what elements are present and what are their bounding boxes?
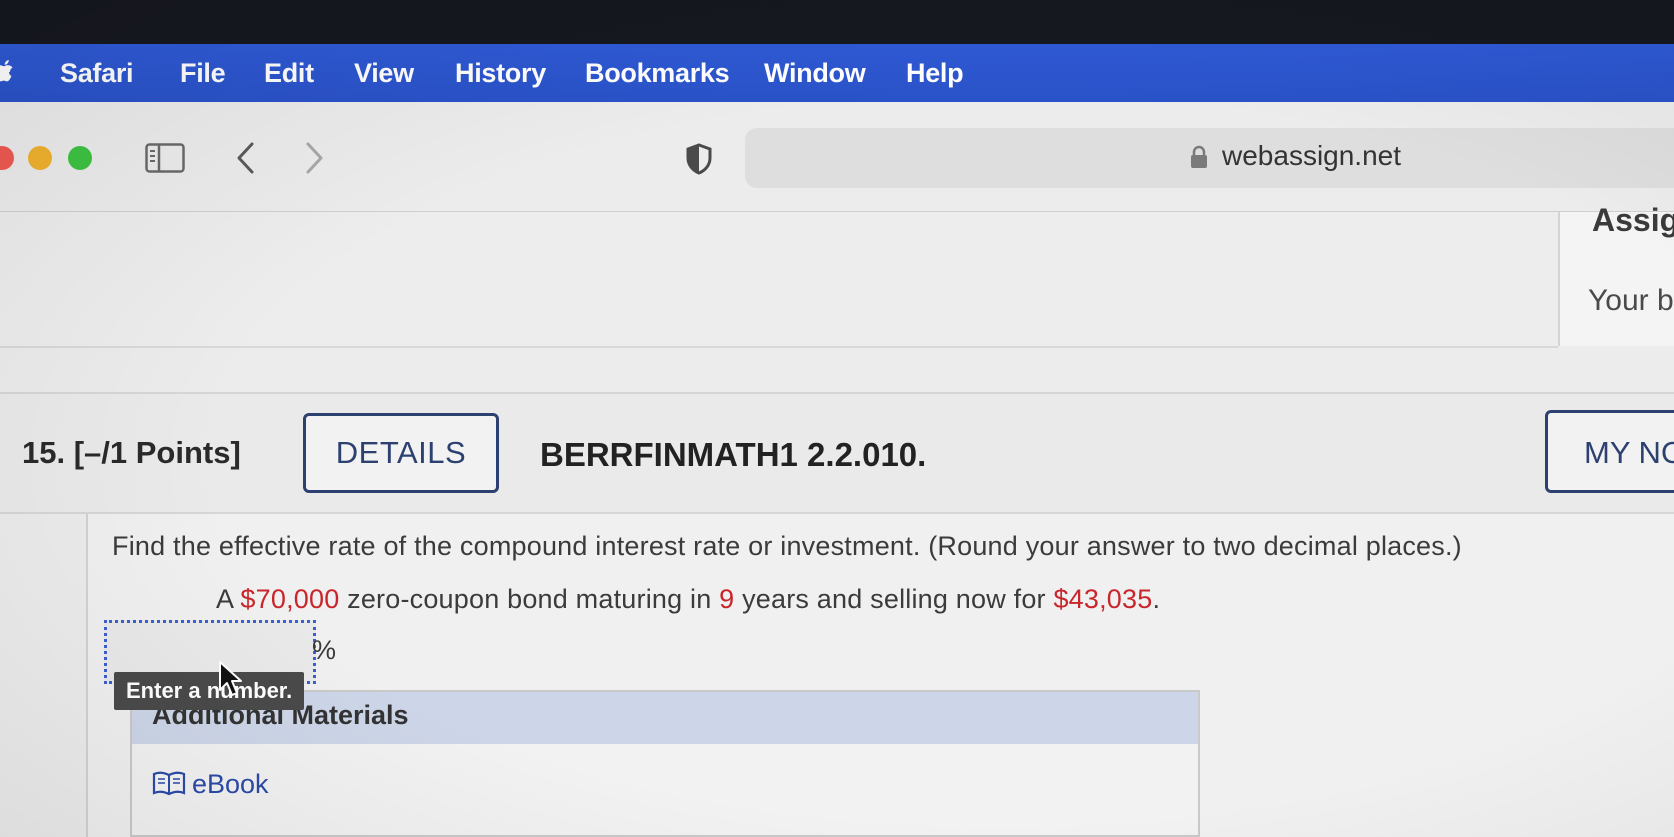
menu-view[interactable]: View <box>354 58 414 89</box>
ebook-icon[interactable] <box>152 770 186 796</box>
panel-title: Assig <box>1592 202 1674 238</box>
zoom-window-button[interactable] <box>68 146 92 170</box>
problem-mid-2: years and selling now for <box>734 584 1054 614</box>
face-value: $70,000 <box>240 584 340 614</box>
my-notes-button[interactable]: MY NO <box>1545 410 1674 493</box>
lock-icon <box>1191 145 1207 168</box>
sidebar-icon[interactable] <box>145 143 185 173</box>
input-tooltip: Enter a number. <box>114 672 305 710</box>
menu-edit[interactable]: Edit <box>264 58 314 89</box>
menu-safari[interactable]: Safari <box>60 58 134 89</box>
selling-price: $43,035 <box>1053 584 1153 614</box>
problem-statement: A $70,000 zero-coupon bond maturing in 9… <box>216 584 1160 615</box>
panel-subtitle: Your b <box>1588 284 1674 317</box>
forward-chevron-icon[interactable] <box>300 140 328 176</box>
question-code: BERRFINMATH1 2.2.010. <box>540 436 927 473</box>
menu-file[interactable]: File <box>180 58 226 89</box>
question-number: 15. [–/1 Points] <box>22 435 241 470</box>
menu-history[interactable]: History <box>455 58 546 89</box>
assignment-banner <box>0 212 1558 348</box>
problem-suffix: . <box>1152 584 1161 614</box>
problem-prefix: A <box>216 584 241 614</box>
shield-icon[interactable] <box>685 143 713 175</box>
apple-logo-icon[interactable] <box>0 56 16 86</box>
menu-help[interactable]: Help <box>906 58 964 89</box>
menu-bookmarks[interactable]: Bookmarks <box>585 58 730 89</box>
menu-window[interactable]: Window <box>764 58 866 89</box>
mouse-cursor-icon <box>219 661 242 696</box>
problem-mid-1: zero-coupon bond maturing in <box>339 584 720 614</box>
percent-unit: % <box>312 635 337 665</box>
address-bar[interactable] <box>745 128 1674 188</box>
back-chevron-icon[interactable] <box>232 140 260 176</box>
maturity-years: 9 <box>719 584 735 614</box>
minimize-window-button[interactable] <box>28 146 52 170</box>
question-instruction: Find the effective rate of the compound … <box>112 531 1462 561</box>
ebook-link[interactable]: eBook <box>192 769 269 800</box>
details-button[interactable]: DETAILS <box>303 413 499 493</box>
macos-menu-bar: Safari File Edit View History Bookmarks … <box>0 44 1674 102</box>
url-text[interactable]: webassign.net <box>1222 140 1401 172</box>
